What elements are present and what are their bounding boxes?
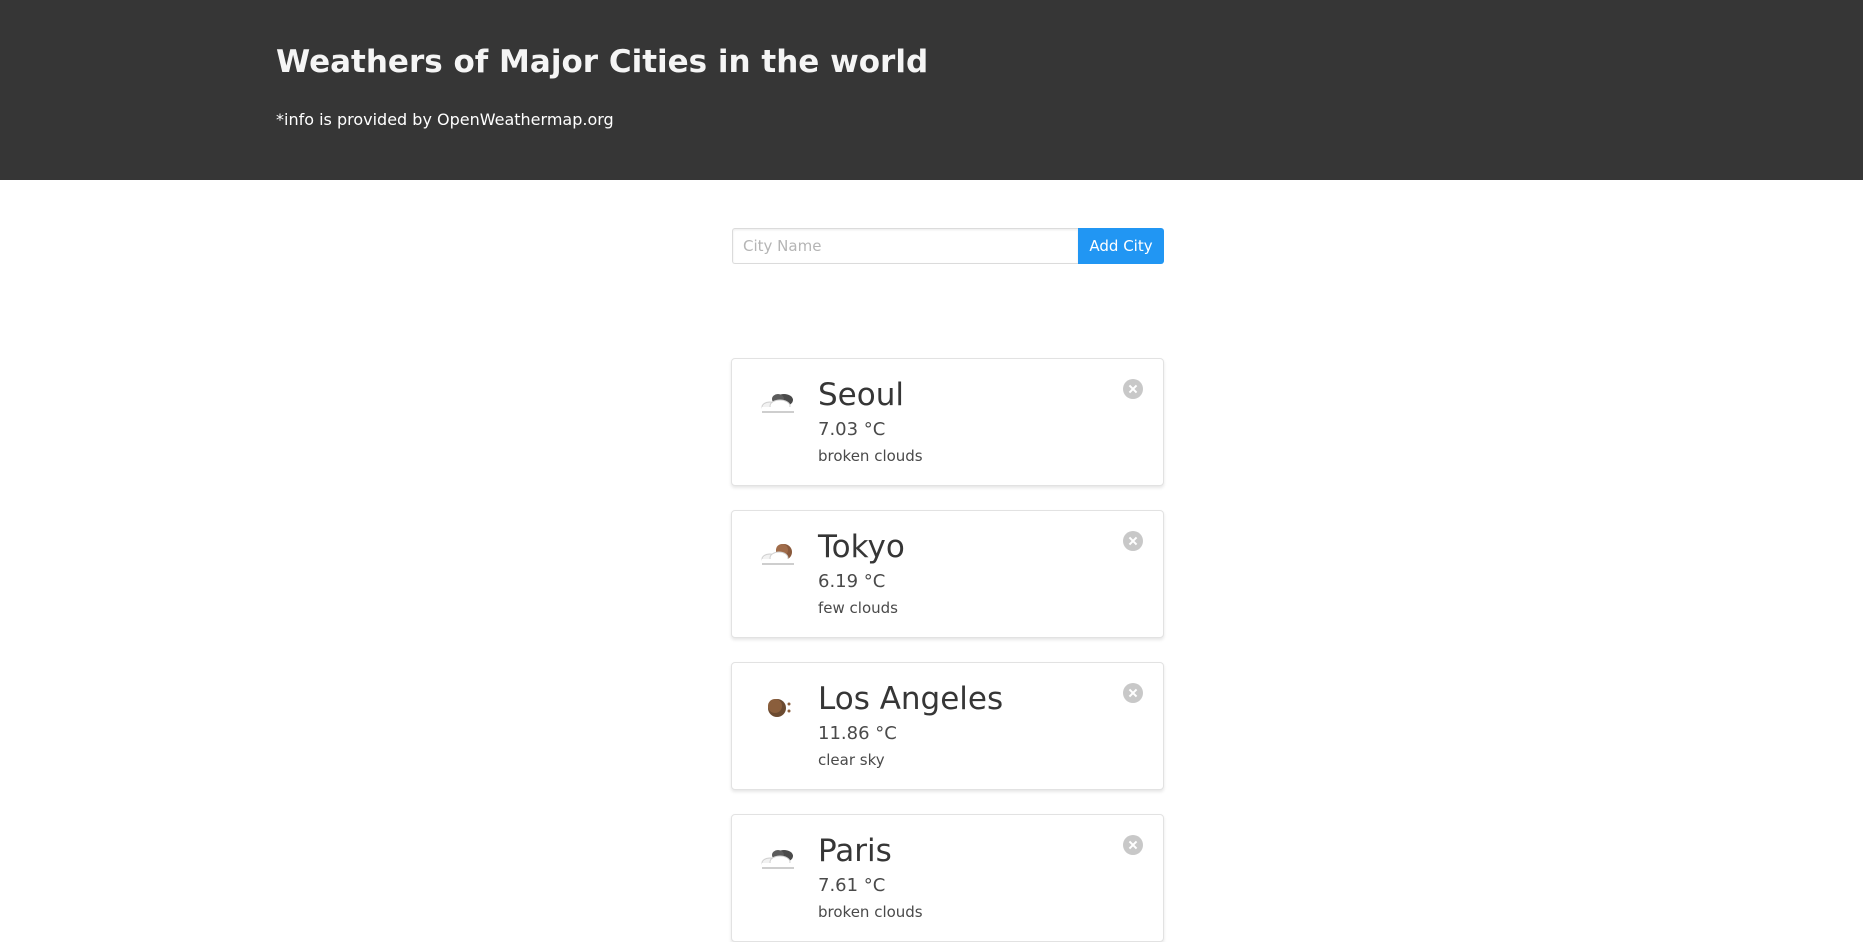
- city-temperature: 11.86 °C: [818, 723, 897, 744]
- broken-clouds-icon: [761, 394, 794, 413]
- delete-city-button[interactable]: [1123, 531, 1143, 551]
- city-description: broken clouds: [818, 447, 923, 465]
- add-city-form: Add City: [732, 228, 1164, 264]
- city-name: Tokyo: [818, 529, 905, 565]
- city-card: Paris 7.61 °C broken clouds: [731, 814, 1164, 942]
- city-description: broken clouds: [818, 903, 923, 921]
- page-subtitle: *info is provided by OpenWeathermap.org: [276, 110, 614, 129]
- city-temperature: 6.19 °C: [818, 571, 886, 592]
- city-temperature: 7.03 °C: [818, 419, 886, 440]
- delete-city-button[interactable]: [1123, 379, 1143, 399]
- page-header: Weathers of Major Cities in the world *i…: [0, 0, 1863, 180]
- city-card: Los Angeles 11.86 °C clear sky: [731, 662, 1164, 790]
- city-card: Seoul 7.03 °C broken clouds: [731, 358, 1164, 486]
- city-name: Los Angeles: [818, 681, 1004, 717]
- city-description: clear sky: [818, 751, 885, 769]
- city-name: Seoul: [818, 377, 904, 413]
- city-name: Paris: [818, 833, 892, 869]
- page-title: Weathers of Major Cities in the world: [276, 44, 929, 80]
- city-card: Tokyo 6.19 °C few clouds: [731, 510, 1164, 638]
- city-name-input[interactable]: [732, 228, 1078, 264]
- city-temperature: 7.61 °C: [818, 875, 886, 896]
- delete-city-button[interactable]: [1123, 835, 1143, 855]
- city-description: few clouds: [818, 599, 898, 617]
- broken-clouds-icon: [761, 850, 794, 869]
- add-city-button[interactable]: Add City: [1078, 228, 1164, 264]
- few-clouds-night-icon: [761, 544, 794, 565]
- delete-city-button[interactable]: [1123, 683, 1143, 703]
- clear-sky-night-icon: [768, 699, 791, 717]
